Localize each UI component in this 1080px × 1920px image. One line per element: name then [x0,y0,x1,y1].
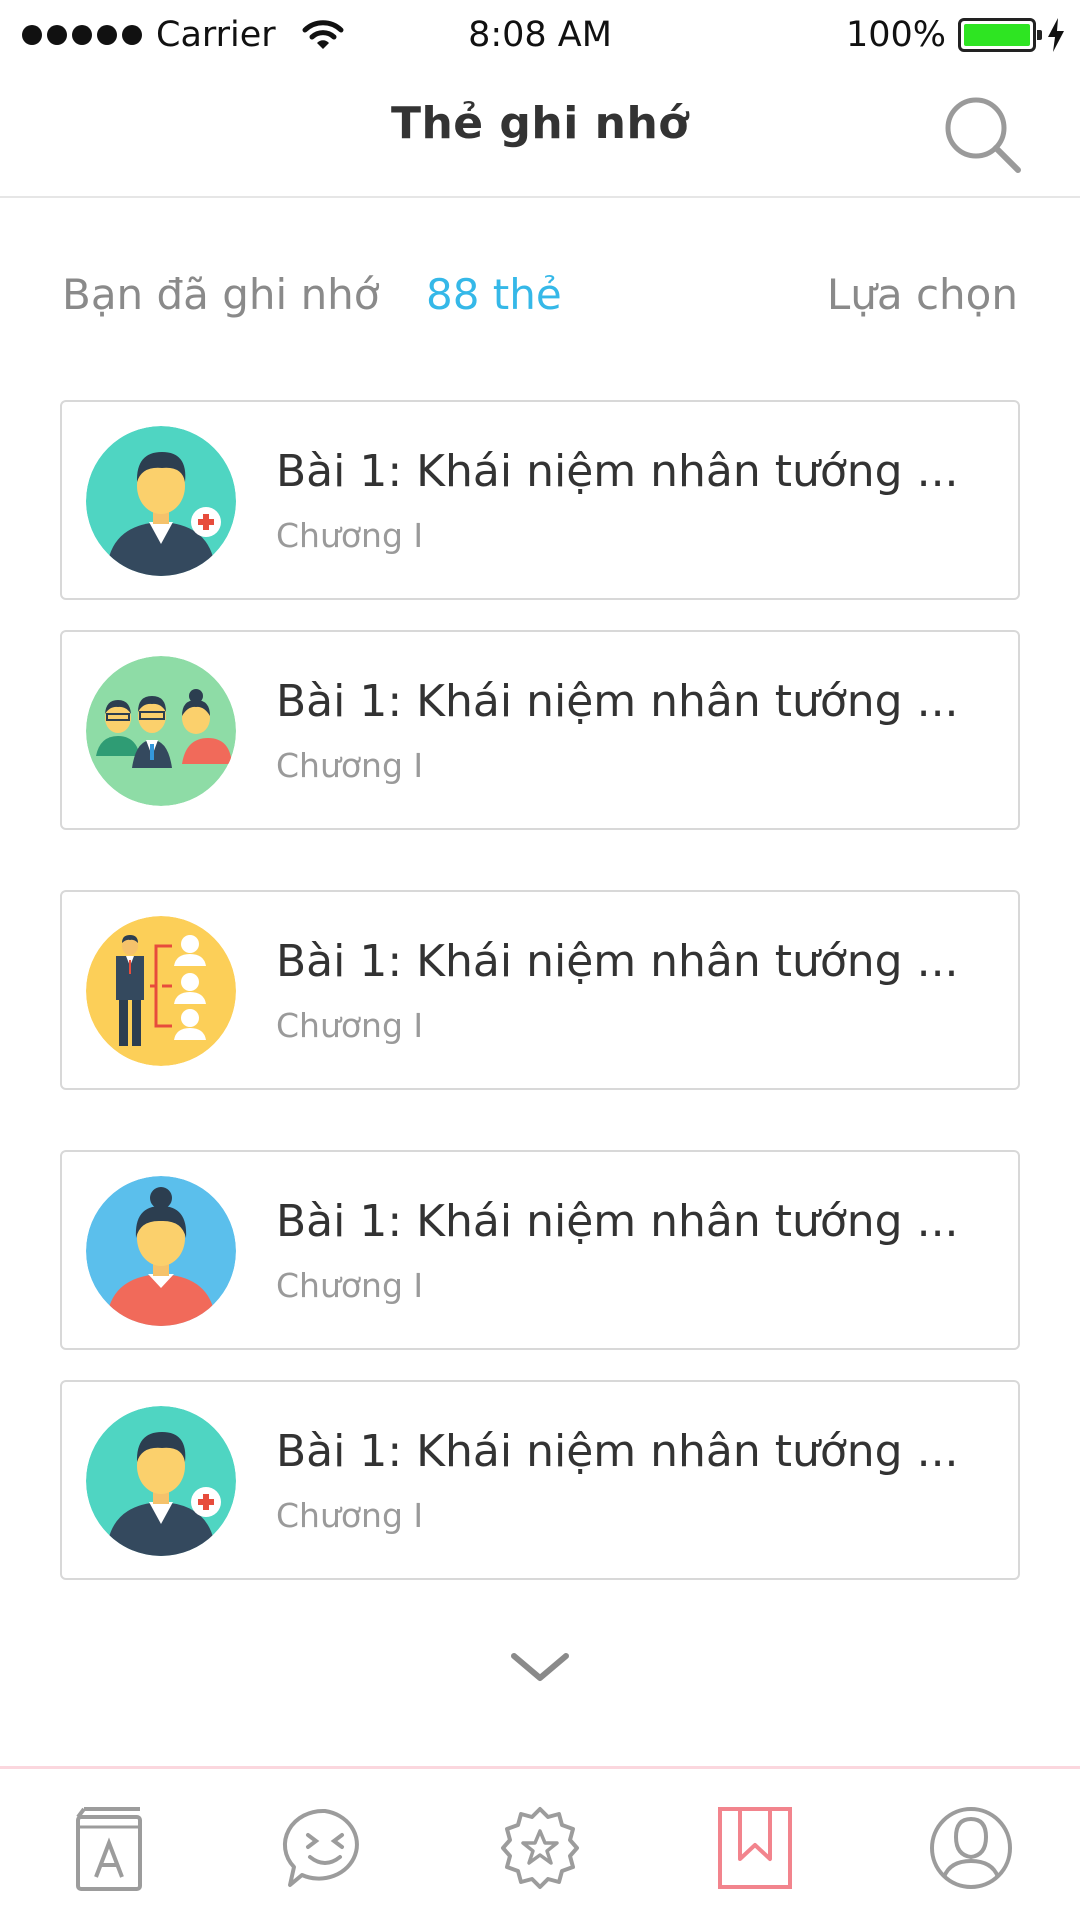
card-chapter: Chương I [276,1496,424,1535]
org-chart-avatar-icon [86,916,236,1066]
tab-profile[interactable] [926,1803,1016,1893]
navigation-bar: Thẻ ghi nhớ [0,70,1080,198]
battery-level [964,24,1030,46]
card-chapter: Chương I [276,516,424,555]
woman-avatar-icon [86,1176,236,1326]
search-icon[interactable] [940,92,1024,176]
page-title: Thẻ ghi nhớ [390,98,690,149]
flashcard-item[interactable]: Bài 1: Khái niệm nhân tướng ... Chương I [60,890,1020,1090]
select-button[interactable]: Lựa chọn [827,270,1018,319]
tab-bookmarks[interactable] [710,1803,800,1893]
card-title: Bài 1: Khái niệm nhân tướng ... [276,1426,959,1477]
flashcard-item[interactable]: Bài 1: Khái niệm nhân tướng ... Chương I [60,1380,1020,1580]
tab-chat[interactable] [280,1803,370,1893]
card-chapter: Chương I [276,746,424,785]
dictionary-book-icon [76,1807,142,1891]
flashcard-item[interactable]: Bài 1: Khái niệm nhân tướng ... Chương I [60,400,1020,600]
tab-bar [0,1766,1080,1920]
tab-favorites[interactable] [495,1803,585,1893]
memorized-summary: Bạn đã ghi nhớ 88 thẻ Lựa chọn [62,270,1018,330]
card-title: Bài 1: Khái niệm nhân tướng ... [276,676,959,727]
bookmark-icon [718,1807,792,1889]
memorized-label: Bạn đã ghi nhớ [62,270,380,319]
battery-icon [958,18,1042,52]
doctor-avatar-icon [86,1406,236,1556]
chevron-down-icon[interactable] [508,1650,572,1686]
card-title: Bài 1: Khái niệm nhân tướng ... [276,1196,959,1247]
tab-dictionary[interactable] [64,1803,154,1893]
memorized-count: 88 thẻ [426,270,562,319]
profile-icon [930,1807,1012,1889]
flashcard-item[interactable]: Bài 1: Khái niệm nhân tướng ... Chương I [60,1150,1020,1350]
charging-bolt-icon [1048,18,1064,52]
card-title: Bài 1: Khái niệm nhân tướng ... [276,936,959,987]
card-chapter: Chương I [276,1266,424,1305]
card-title: Bài 1: Khái niệm nhân tướng ... [276,446,959,497]
status-bar-right: 100% [846,12,1066,58]
chat-emoji-icon [282,1808,359,1887]
group-avatar-icon [86,656,236,806]
flashcard-item[interactable]: Bài 1: Khái niệm nhân tướng ... Chương I [60,630,1020,830]
battery-percent: 100% [845,15,946,55]
status-bar: Carrier 8:08 AM 100% [0,0,1080,70]
star-badge-icon [501,1807,579,1889]
card-chapter: Chương I [276,1006,424,1045]
doctor-avatar-icon [86,426,236,576]
